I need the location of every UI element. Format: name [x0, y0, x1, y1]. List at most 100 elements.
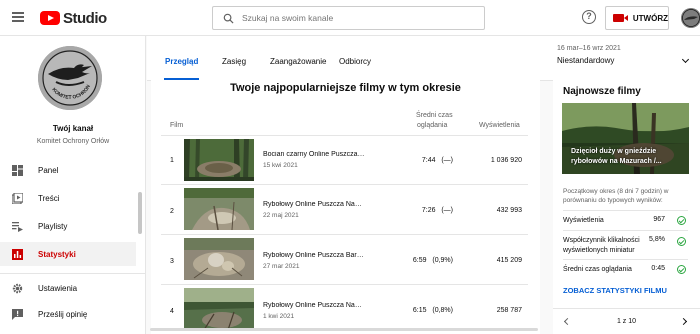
check-icon	[677, 265, 686, 274]
sidebar-item-panel[interactable]: Panel	[0, 158, 136, 182]
check-icon	[677, 237, 686, 246]
analytics-header: Przegląd Zasięg Zaangażowanie Odbiorcy 1…	[147, 36, 700, 81]
feedback-icon	[12, 308, 23, 320]
chevron-down-icon[interactable]	[681, 55, 690, 64]
video-date: 1 kwi 2021	[263, 313, 295, 320]
sidebar-item-label: Playlisty	[38, 221, 68, 231]
stat-avg-time-label: Średni czas oglądania	[563, 266, 632, 273]
create-button-label: UTWÓRZ	[632, 13, 668, 23]
tab-engagement[interactable]: Zaangażowanie	[270, 57, 326, 66]
search-box[interactable]	[212, 6, 485, 30]
row-rank: 3	[170, 258, 174, 265]
latest-videos-title: Najnowsze filmy	[563, 86, 641, 97]
latest-video-thumbnail[interactable]: Dzięcioł duży w gnieździe rybołowów na Ma…	[562, 103, 689, 174]
view-count: 432 993	[496, 207, 522, 214]
stat-views-label: Wyświetlenia	[563, 217, 604, 224]
sidebar-item-settings[interactable]: Ustawienia	[0, 276, 136, 300]
sidebar-scrollbar[interactable]	[138, 192, 142, 234]
video-date: 15 kwi 2021	[263, 162, 298, 169]
video-thumbnail[interactable]	[184, 188, 254, 230]
divider	[0, 273, 146, 274]
sidebar-item-playlists[interactable]: Playlisty	[0, 214, 136, 238]
account-avatar[interactable]	[681, 8, 700, 28]
time-value: 6:59	[412, 257, 427, 264]
check-icon	[677, 216, 686, 225]
divider	[161, 135, 528, 136]
comparison-note: Początkowy okres (8 dni 7 godzin) w poró…	[563, 188, 669, 204]
view-count: 258 787	[496, 307, 522, 314]
create-button[interactable]: UTWÓRZ	[605, 6, 669, 30]
video-title[interactable]: Bocian czarny Online Puszcza Notecka	[263, 151, 365, 158]
video-thumbnail[interactable]	[184, 238, 254, 280]
stat-avg-time-value: 0:45	[651, 265, 665, 272]
stat-ctr-value: 5,8%	[649, 236, 665, 243]
channel-title: Twój kanał	[52, 124, 94, 133]
card-title: Twoje najpopularniejsze filmy w tym okre…	[230, 82, 461, 94]
top-videos-card: Twoje najpopularniejsze filmy w tym okre…	[151, 80, 540, 334]
divider	[563, 230, 688, 231]
divider	[563, 210, 688, 211]
row-rank: 4	[170, 308, 174, 315]
date-range-select[interactable]: Niestandardowy	[557, 56, 614, 65]
divider	[161, 284, 528, 285]
latest-video-title[interactable]: Dzięcioł duży w gnieździe rybołowów na Ma…	[571, 147, 662, 167]
column-header-avg-time-2: oglądania	[417, 122, 448, 129]
row-rank: 2	[170, 208, 174, 215]
time-percent: (0,8%)	[432, 307, 453, 314]
video-thumbnail[interactable]	[184, 139, 254, 181]
video-thumbnail[interactable]	[184, 288, 254, 330]
time-value: 7:44	[421, 157, 436, 164]
ctr-label-line-2: wyświetlonych miniatur	[563, 246, 635, 254]
column-header-avg-time: Średni czas	[416, 112, 453, 119]
divider	[563, 259, 688, 260]
divider	[161, 184, 528, 185]
tab-audience[interactable]: Odbiorcy	[339, 57, 371, 66]
studio-logo[interactable]: Studio	[40, 9, 107, 27]
sidebar-item-analytics[interactable]: Statystyki	[0, 242, 136, 266]
time-percent: (0,9%)	[432, 257, 453, 264]
search-input[interactable]	[242, 13, 462, 23]
tab-reach[interactable]: Zasięg	[222, 57, 246, 66]
sidebar: KOMITET OCHRONY ORŁÓW Twój kanał Komitet…	[0, 36, 146, 334]
tab-overview[interactable]: Przegląd	[165, 57, 198, 66]
avg-view-time: 6:59 (0,9%)	[383, 257, 453, 264]
video-camera-icon	[613, 14, 628, 22]
avg-view-time: 7:44 (—)	[383, 157, 453, 164]
avg-view-time: 6:15 (0,8%)	[383, 307, 453, 314]
channel-avatar[interactable]: KOMITET OCHRONY ORŁÓW	[38, 46, 102, 110]
thumb-line-1: Dzięcioł duży w gnieździe	[571, 148, 657, 155]
avg-view-time: 7:26 (—)	[383, 207, 453, 214]
sidebar-item-label: Ustawienia	[38, 283, 78, 293]
video-title[interactable]: Rybołowy Online Puszcza Barlinecka	[263, 252, 365, 259]
horizontal-scrollbar[interactable]	[150, 328, 538, 331]
channel-name: Komitet Ochrony Orłów	[36, 138, 110, 145]
sidebar-item-content[interactable]: Treści	[0, 186, 136, 210]
playlist-icon	[12, 221, 23, 232]
analytics-icon	[12, 248, 23, 260]
stat-views-value: 967	[653, 216, 665, 223]
view-video-analytics-link[interactable]: ZOBACZ STATYSTYKI FILMU	[563, 286, 667, 295]
column-header-views: Wyświetlenia	[479, 122, 520, 129]
menu-icon[interactable]	[12, 12, 24, 22]
sidebar-item-label: Prześlij opinię	[38, 309, 88, 319]
video-title[interactable]: Rybołowy Online Puszcza Napiwodzko	[263, 201, 365, 208]
video-title[interactable]: Rybołowy Online Puszcza Napiwodzko	[263, 302, 365, 309]
video-date: 22 maj 2021	[263, 212, 299, 219]
youtube-icon	[40, 11, 60, 25]
latest-videos-card: Najnowsze filmy Dzięcioł duży w gnieździ…	[553, 80, 700, 334]
top-bar: Studio ? UTWÓRZ	[0, 0, 700, 36]
sidebar-item-feedback[interactable]: Prześlij opinię	[0, 302, 136, 326]
logo-text: Studio	[63, 9, 107, 27]
view-count: 415 209	[496, 257, 522, 264]
dashboard-icon	[12, 164, 23, 176]
content-icon	[12, 192, 23, 204]
sidebar-item-label: Treści	[38, 193, 60, 203]
time-value: 6:15	[412, 307, 427, 314]
view-count: 1 036 920	[490, 157, 522, 164]
sidebar-item-label: Panel	[38, 165, 59, 175]
time-value: 7:26	[421, 207, 436, 214]
column-header-film: Film	[170, 122, 184, 129]
help-icon[interactable]: ?	[582, 10, 596, 24]
video-date: 27 mar 2021	[263, 263, 300, 270]
row-rank: 1	[170, 157, 174, 164]
